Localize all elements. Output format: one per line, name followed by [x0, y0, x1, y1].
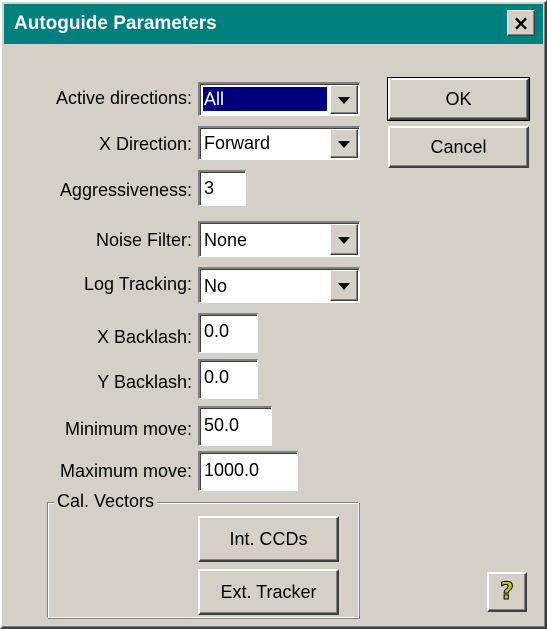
y-backlash-label: Y Backlash:	[97, 372, 192, 392]
minimum-move-input[interactable]: 50.0	[198, 406, 272, 446]
close-icon: ×	[512, 11, 530, 35]
active-directions-value: All	[203, 87, 327, 111]
x-direction-dropdown[interactable]: Forward	[198, 126, 360, 160]
noise-filter-value: None	[204, 230, 248, 250]
ok-button[interactable]: OK	[387, 77, 530, 121]
int-ccds-button[interactable]: Int. CCDs	[198, 516, 339, 562]
log-tracking-dropdown[interactable]: No	[198, 267, 360, 303]
noise-filter-dropdown[interactable]: None	[198, 221, 360, 257]
minimum-move-value: 50.0	[204, 415, 240, 435]
ext-tracker-button[interactable]: Ext. Tracker	[198, 569, 339, 615]
title-bar[interactable]: Autoguide Parameters ×	[4, 4, 543, 44]
active-directions-label: Active directions:	[55, 88, 192, 108]
x-direction-label: X Direction:	[98, 134, 192, 154]
x-direction-value: Forward	[204, 133, 271, 153]
close-button[interactable]: ×	[507, 10, 535, 36]
log-tracking-value: No	[204, 276, 228, 296]
log-tracking-dropdown-button[interactable]	[330, 270, 358, 301]
help-question-icon: ?	[500, 577, 515, 606]
chevron-down-icon	[338, 236, 350, 244]
cancel-button-label: Cancel	[430, 137, 487, 157]
x-backlash-label: X Backlash:	[96, 327, 192, 347]
dialog-title: Autoguide Parameters	[14, 13, 217, 34]
x-backlash-input[interactable]: 0.0	[198, 313, 258, 353]
x-direction-dropdown-button[interactable]	[330, 129, 358, 158]
active-directions-dropdown[interactable]: All	[198, 82, 360, 116]
active-directions-dropdown-button[interactable]	[330, 85, 358, 114]
help-button[interactable]: ?	[487, 572, 527, 612]
minimum-move-label: Minimum move:	[64, 419, 192, 439]
noise-filter-label: Noise Filter:	[95, 230, 192, 250]
chevron-down-icon	[338, 140, 350, 148]
int-ccds-button-label: Int. CCDs	[229, 529, 308, 549]
noise-filter-dropdown-button[interactable]	[330, 224, 358, 255]
chevron-down-icon	[338, 96, 350, 104]
aggressiveness-label: Aggressiveness:	[59, 180, 192, 200]
log-tracking-label: Log Tracking:	[83, 274, 192, 294]
maximum-move-label: Maximum move:	[59, 461, 192, 481]
chevron-down-icon	[338, 282, 350, 290]
cancel-button[interactable]: Cancel	[388, 126, 529, 168]
y-backlash-value: 0.0	[204, 367, 230, 387]
cal-vectors-group-label: Cal. Vectors	[54, 491, 158, 512]
autoguide-parameters-dialog: Autoguide Parameters × Active directions…	[0, 0, 547, 629]
maximum-move-value: 1000.0	[204, 460, 260, 480]
x-backlash-value: 0.0	[204, 321, 230, 341]
maximum-move-input[interactable]: 1000.0	[198, 451, 298, 491]
aggressiveness-input[interactable]: 3	[198, 170, 246, 206]
ext-tracker-button-label: Ext. Tracker	[220, 582, 317, 602]
ok-button-label: OK	[445, 89, 472, 109]
y-backlash-input[interactable]: 0.0	[198, 359, 258, 399]
aggressiveness-value: 3	[204, 178, 215, 198]
